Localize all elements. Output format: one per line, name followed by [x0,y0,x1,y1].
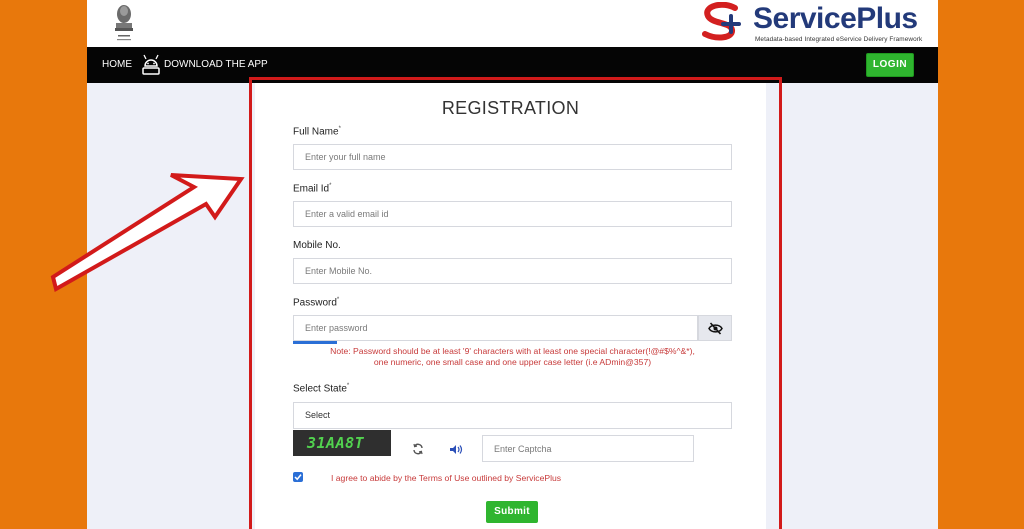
red-arrow-icon [50,173,245,293]
top-header: ServicePlus Metadata-based Integrated eS… [87,0,938,47]
serviceplus-mark-icon [702,2,741,41]
national-emblem-icon [115,5,133,41]
brand-tagline: Metadata-based Integrated eService Deliv… [755,36,923,43]
brand-name: ServicePlus [753,2,918,35]
login-button[interactable]: LOGIN [866,53,914,77]
highlight-frame [249,77,782,529]
mobile-app-icon [142,54,160,75]
nav-home-link[interactable]: HOME [102,59,132,70]
serviceplus-logo[interactable]: ServicePlus Metadata-based Integrated eS… [699,2,929,44]
nav-download-app-link[interactable]: DOWNLOAD THE APP [164,59,268,70]
